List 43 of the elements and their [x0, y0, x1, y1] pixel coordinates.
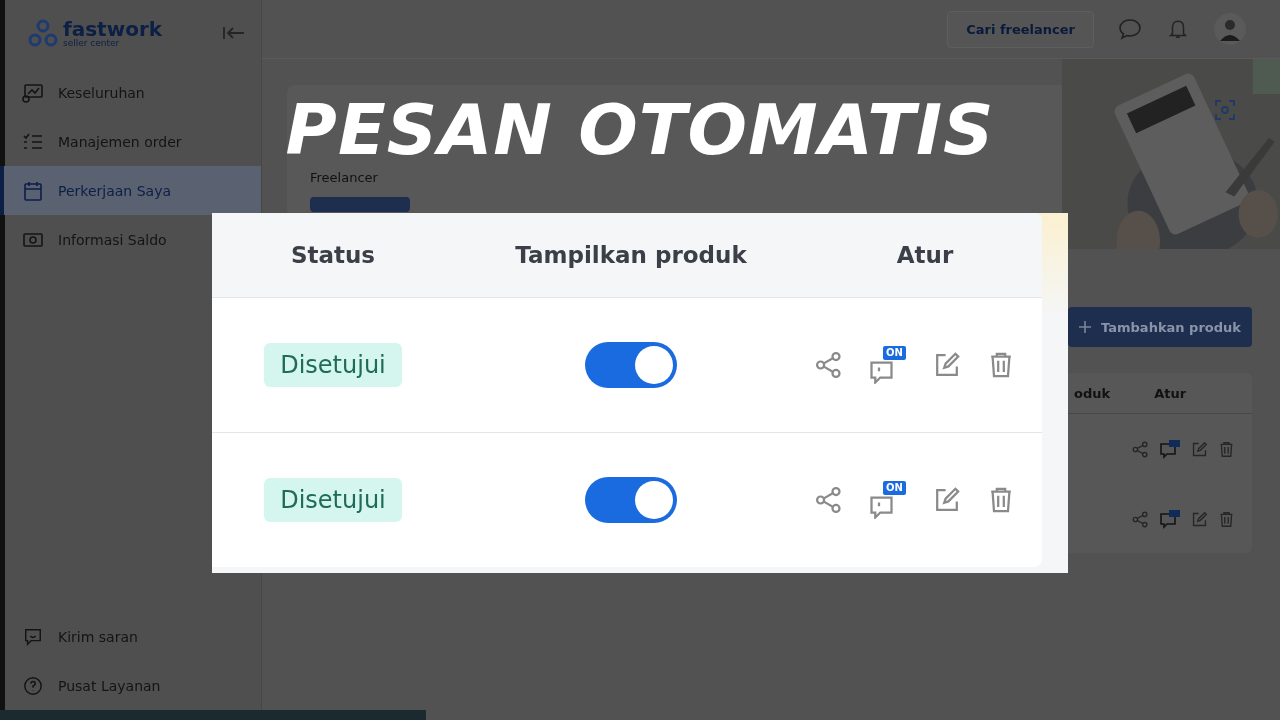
feedback-icon: [22, 626, 44, 647]
status-badge: Disetujui: [264, 478, 402, 522]
checklist-icon: [22, 131, 44, 152]
trash-icon[interactable]: [1218, 510, 1235, 528]
column-header: Tampilkan produk: [515, 242, 747, 268]
sidebar-item[interactable]: Informasi Saldo: [0, 215, 179, 264]
share-icon[interactable]: [1132, 510, 1149, 528]
sidebar-item[interactable]: Manajemen order: [0, 117, 194, 166]
status-badge: Disetujui: [264, 343, 402, 387]
collapse-icon[interactable]: [223, 26, 245, 40]
auto-reply-icon[interactable]: [1159, 509, 1181, 529]
column-header: Status: [290, 242, 376, 268]
column-header: Atur: [896, 242, 954, 268]
logo-icon: [27, 18, 59, 48]
edit-icon[interactable]: [933, 351, 961, 379]
help-icon: [22, 675, 44, 696]
column-header: Atur: [1154, 385, 1187, 401]
calendar-icon: [22, 180, 44, 201]
sidebar-item[interactable]: Keseluruhan: [0, 68, 157, 117]
sidebar-item[interactable]: Kirim saran: [0, 612, 150, 661]
sidebar-item[interactable]: Perkerjaan Saya: [0, 166, 261, 215]
column-header: oduk: [1074, 385, 1111, 401]
share-icon[interactable]: [815, 351, 843, 379]
edit-icon[interactable]: [1191, 510, 1208, 528]
logo-text: fastwork: [63, 18, 163, 39]
edit-icon[interactable]: [933, 486, 961, 514]
toggle-switch[interactable]: [585, 477, 677, 523]
chat-icon[interactable]: [1118, 18, 1142, 40]
trash-icon[interactable]: [1218, 440, 1235, 458]
avatar[interactable]: [1214, 13, 1246, 45]
share-icon[interactable]: [815, 486, 843, 514]
toggle-switch[interactable]: [585, 342, 677, 388]
overlay-title: PESAN OTOMATIS: [285, 95, 995, 165]
add-product-button[interactable]: Tambahkan produk: [1068, 307, 1252, 347]
plus-icon: [1079, 321, 1092, 333]
sidebar-item[interactable]: Pusat Layanan: [0, 661, 173, 710]
edit-icon[interactable]: [1191, 440, 1208, 458]
chart-icon: [22, 82, 44, 103]
find-freelancer-button[interactable]: Cari freelancer: [947, 10, 1094, 48]
promo-text: Freelancer: [310, 170, 378, 185]
share-icon[interactable]: [1132, 440, 1149, 458]
scan-icon[interactable]: [1214, 99, 1236, 121]
auto-reply-icon[interactable]: [1159, 439, 1181, 459]
